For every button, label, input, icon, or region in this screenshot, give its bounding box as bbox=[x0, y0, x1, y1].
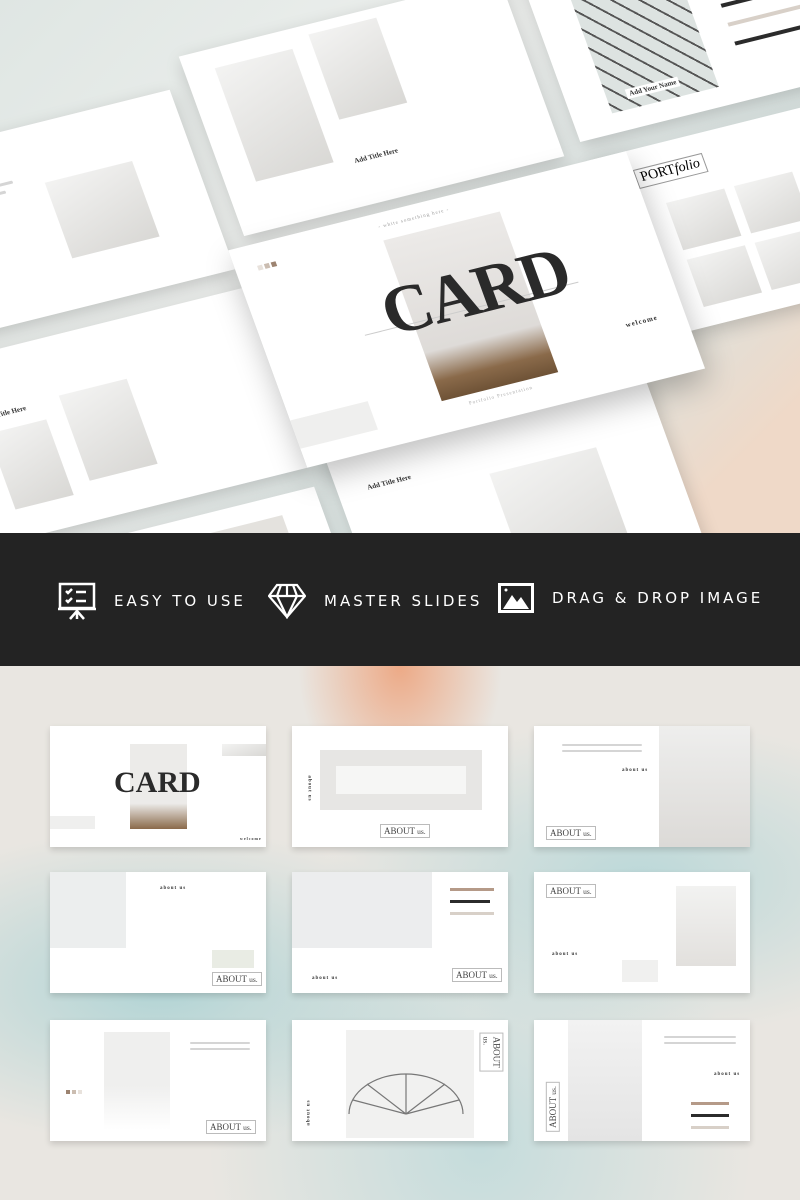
slide-thumb-about: about us ABOUT us. bbox=[292, 1020, 508, 1141]
feature-master-slides: MASTER SLIDES bbox=[268, 583, 482, 619]
presentation-board-icon bbox=[58, 582, 96, 620]
slide-thumb-about: about us ABOUT us. bbox=[50, 872, 266, 993]
slide-thumb-about: about us ABOUT us. bbox=[292, 872, 508, 993]
slide-grid: CARD welcome about us ABOUT us. about us… bbox=[0, 666, 800, 1200]
slide-thumb-cover: CARD welcome bbox=[50, 726, 266, 847]
features-banner: EASY TO USE MASTER SLIDES DRAG & DROP IM… bbox=[0, 533, 800, 666]
slide-thumb-about: ABOUT us. bbox=[50, 1020, 266, 1141]
feature-drag-drop-image: DRAG & DROP IMAGE bbox=[498, 583, 763, 613]
slide-thumb-about: about us ABOUT us. bbox=[534, 726, 750, 847]
slide-thumb-about: ABOUT us. about us bbox=[534, 872, 750, 993]
slide-thumb-about: about us ABOUT us. bbox=[292, 726, 508, 847]
slide-collage: Add Title Here Add Your Name Add Title H… bbox=[0, 0, 800, 533]
image-icon bbox=[498, 583, 534, 613]
slide-thumb-about: ABOUT us. about us bbox=[534, 1020, 750, 1141]
feature-easy-to-use: EASY TO USE bbox=[58, 581, 246, 621]
diamond-icon bbox=[268, 583, 306, 619]
